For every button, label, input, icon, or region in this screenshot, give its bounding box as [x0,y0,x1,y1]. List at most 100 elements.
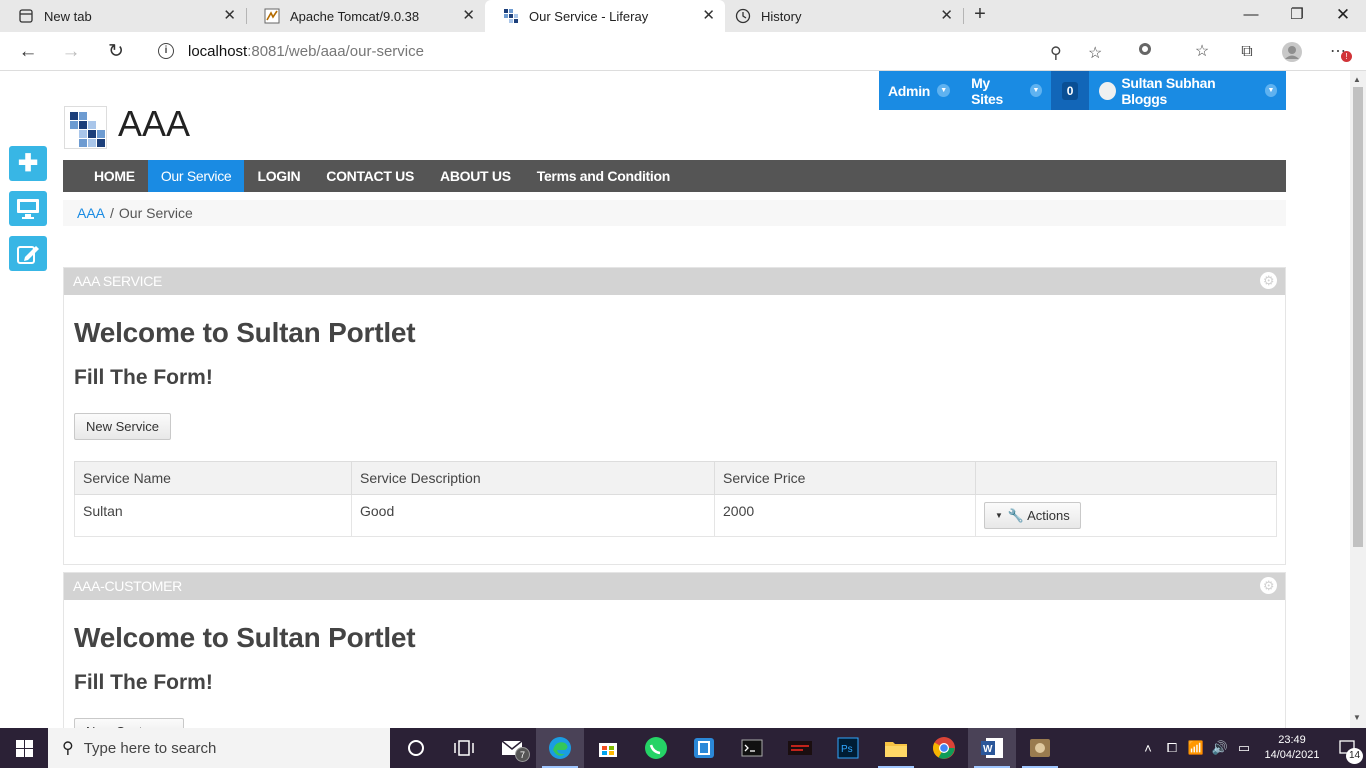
store-icon[interactable] [584,728,632,768]
table-row: Sultan Good 2000 ▼ 🔧 Actions [74,494,1277,537]
clock-time: 23:49 [1278,734,1306,746]
close-icon[interactable]: ✕ [702,8,715,24]
tab-apache-tomcat[interactable]: Apache Tomcat/9.0.38 ✕ [246,0,485,32]
edit-controls-icon[interactable] [9,236,47,271]
taskbar-clock[interactable]: 23:49 14/04/2021 [1256,733,1328,763]
mail-app-icon[interactable]: 7 [488,728,536,768]
back-arrow-icon[interactable]: ← [15,39,41,65]
close-icon[interactable]: ✕ [940,8,953,24]
search-placeholder: Type here to search [83,739,217,757]
battery-icon[interactable]: ▭ [1232,740,1256,756]
new-tab-plus-icon[interactable]: + [969,4,991,26]
preview-monitor-icon[interactable] [9,191,47,226]
project-app-icon[interactable] [776,728,824,768]
close-icon[interactable]: ✕ [462,8,475,24]
scroll-up-icon[interactable]: ▲ [1353,75,1361,84]
table-header-row: Service Name Service Description Service… [74,461,1277,495]
tab-new-tab[interactable]: New tab ✕ [0,0,246,32]
favorite-star-icon[interactable]: ☆ [1088,43,1102,63]
whatsapp-icon[interactable] [632,728,680,768]
portlet-aaa-service: AAA SERVICE ⚙ Welcome to Sultan Portlet … [63,267,1286,565]
app-tray-icon[interactable] [1016,728,1064,768]
my-sites-label: My Sites [971,74,1004,107]
new-tab-icon [18,8,34,24]
new-service-button[interactable]: New Service [74,413,171,440]
scroll-thumb[interactable] [1353,87,1363,547]
scroll-down-icon[interactable]: ▼ [1353,713,1361,722]
wifi-icon[interactable]: 📶 [1184,740,1208,756]
photoshop-icon[interactable]: Ps [824,728,872,768]
file-explorer-icon[interactable] [872,728,920,768]
admin-menu[interactable]: Admin ▼ [879,71,959,110]
meet-now-icon[interactable]: ⧠ [1160,740,1184,756]
page-scrollbar[interactable]: ▲ ▼ [1350,71,1366,728]
show-hidden-icons[interactable]: ˄ [1136,741,1160,756]
wrench-icon: 🔧 [1007,507,1025,523]
refresh-icon[interactable]: ↻ [103,39,129,65]
search-icon: ⚲ [62,740,74,757]
close-window-icon[interactable]: ✕ [1328,4,1358,26]
edge-browser-icon[interactable] [536,728,584,768]
add-plus-icon[interactable]: ✚ [9,146,47,181]
site-logo[interactable] [64,106,107,149]
portlet-title: AAA SERVICE [73,273,163,289]
column-header[interactable]: Service Description [351,461,715,495]
terminal-icon[interactable] [728,728,776,768]
column-header[interactable]: Service Price [714,461,976,495]
svg-text:W: W [983,744,993,755]
minimize-icon[interactable]: — [1236,4,1266,26]
update-alert-icon: ! [1341,51,1352,62]
tab-title: Apache Tomcat/9.0.38 [290,8,420,24]
address-toolbar: ← → ↻ i localhost:8081/web/aaa/our-servi… [0,32,1366,71]
portlet-subheading: Fill The Form! [74,671,213,694]
notifications-button[interactable]: 0 [1051,71,1090,110]
nav-about-us[interactable]: ABOUT US [427,160,524,192]
site-info-icon[interactable]: i [158,43,174,59]
restore-icon[interactable]: ❐ [1282,4,1312,26]
close-icon[interactable]: ✕ [223,8,236,24]
new-customer-button[interactable]: New Customer [74,718,184,728]
collections-icon[interactable]: ⧉ [1236,41,1258,63]
portlet-heading: Welcome to Sultan Portlet [74,622,416,653]
chrome-icon[interactable] [920,728,968,768]
gear-icon[interactable]: ⚙ [1260,577,1277,594]
word-icon[interactable]: W [968,728,1016,768]
tomcat-icon [264,8,280,24]
column-header[interactable]: Service Name [74,461,352,495]
nav-our-service[interactable]: Our Service [147,160,245,192]
gear-icon[interactable]: ⚙ [1260,272,1277,289]
caret-down-icon: ▼ [995,511,1003,520]
tab-title: New tab [44,8,92,24]
url-field[interactable]: i localhost:8081/web/aaa/our-service ⚲ ☆ [145,36,1120,66]
app-icon[interactable] [680,728,728,768]
breadcrumb-root-link[interactable]: AAA [77,205,105,221]
nav-login[interactable]: LOGIN [244,160,313,192]
nav-terms[interactable]: Terms and Condition [524,160,683,192]
user-menu[interactable]: Sultan Subhan Bloggs ▼ [1089,71,1286,110]
my-sites-menu[interactable]: My Sites ▼ [962,71,1051,110]
extension-icon[interactable] [1134,41,1156,63]
notification-badge: 14 [1346,747,1363,764]
system-tray: ˄ ⧠ 📶 🔊 ▭ 23:49 14/04/2021 14 [1136,728,1366,768]
profile-icon[interactable] [1281,41,1303,63]
service-table: Service Name Service Description Service… [74,461,1277,537]
service-price-cell: 2000 [714,494,976,537]
task-view-icon[interactable] [440,728,488,768]
forward-arrow-icon[interactable]: → [58,39,84,65]
tab-history[interactable]: History ✕ [725,0,963,32]
volume-icon[interactable]: 🔊 [1208,740,1232,756]
actions-cell: ▼ 🔧 Actions [975,494,1277,537]
nav-contact-us[interactable]: CONTACT US [313,160,427,192]
cortana-icon[interactable] [392,728,440,768]
taskbar-search-box[interactable]: ⚲ Type here to search [48,728,390,768]
tab-our-service[interactable]: Our Service - Liferay ✕ [485,0,725,32]
notification-count: 0 [1061,81,1079,100]
action-center-icon[interactable]: 14 [1328,739,1366,764]
windows-start-icon[interactable] [0,728,48,768]
zoom-icon[interactable]: ⚲ [1050,43,1062,63]
site-title[interactable]: AAA [118,103,190,145]
favorites-icon[interactable]: ☆ [1191,41,1213,63]
actions-button[interactable]: ▼ 🔧 Actions [984,502,1081,529]
nav-home[interactable]: HOME [63,160,148,192]
breadcrumb: AAA / Our Service [63,200,1286,226]
